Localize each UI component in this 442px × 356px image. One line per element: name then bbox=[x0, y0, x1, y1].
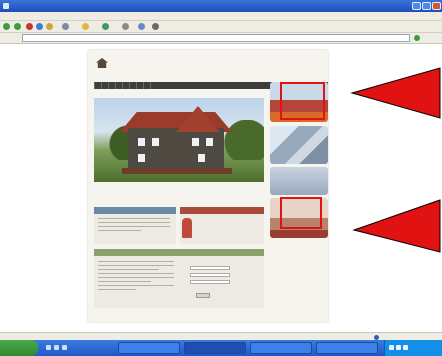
panel-right bbox=[180, 214, 264, 244]
annotation-arrow-1 bbox=[350, 67, 441, 119]
house-window bbox=[206, 138, 213, 146]
panel-right-header bbox=[180, 207, 264, 214]
tray-icon[interactable] bbox=[403, 345, 408, 350]
nav-item-2[interactable] bbox=[95, 82, 102, 89]
form-field-email[interactable] bbox=[190, 273, 230, 277]
system-tray bbox=[384, 340, 442, 356]
nav-item-7[interactable] bbox=[130, 82, 137, 89]
window-title-bar bbox=[0, 0, 442, 12]
nav-item-9[interactable] bbox=[144, 82, 151, 89]
favorites-icon[interactable] bbox=[82, 23, 89, 30]
panel-left-text bbox=[98, 218, 170, 234]
taskbar-item-4[interactable] bbox=[316, 342, 378, 354]
tray-icon[interactable] bbox=[389, 345, 394, 350]
internet-zone-icon bbox=[374, 334, 379, 340]
home-icon[interactable] bbox=[46, 23, 53, 30]
address-bar bbox=[0, 33, 442, 44]
thumbnail-3[interactable] bbox=[270, 167, 328, 195]
taskbar-item-2[interactable] bbox=[184, 342, 246, 354]
media-icon[interactable] bbox=[102, 23, 109, 30]
nav-item-6[interactable] bbox=[123, 82, 130, 89]
mail-icon[interactable] bbox=[138, 23, 145, 30]
quicklaunch-ie-icon[interactable] bbox=[46, 345, 51, 350]
go-button[interactable] bbox=[414, 34, 440, 42]
go-arrow-icon bbox=[414, 35, 420, 41]
forward-icon[interactable] bbox=[14, 23, 21, 30]
house-window bbox=[138, 138, 145, 146]
house-window bbox=[192, 138, 199, 146]
form-field-phone[interactable] bbox=[190, 280, 230, 284]
refresh-icon[interactable] bbox=[36, 23, 43, 30]
minimize-button[interactable] bbox=[412, 2, 421, 10]
tray-icon[interactable] bbox=[396, 345, 401, 350]
person-figure-icon bbox=[182, 218, 192, 238]
quicklaunch-media-icon[interactable] bbox=[62, 345, 67, 350]
stop-icon[interactable] bbox=[26, 23, 33, 30]
hero-house-photo bbox=[94, 98, 264, 182]
form-send-button[interactable] bbox=[196, 293, 210, 298]
taskbar-item-3[interactable] bbox=[250, 342, 312, 354]
taskbar-item-1[interactable] bbox=[118, 342, 180, 354]
start-button[interactable] bbox=[0, 340, 38, 356]
thumbnail-2[interactable] bbox=[270, 126, 328, 164]
toolbar bbox=[0, 21, 442, 33]
house-deck bbox=[122, 168, 232, 174]
nav-item-5[interactable] bbox=[116, 82, 123, 89]
house-body bbox=[128, 128, 224, 172]
nav-item-3[interactable] bbox=[102, 82, 109, 89]
nav-item-8[interactable] bbox=[137, 82, 144, 89]
taskbar bbox=[0, 340, 442, 356]
maximize-button[interactable] bbox=[422, 2, 431, 10]
address-input[interactable] bbox=[22, 34, 410, 42]
house-window bbox=[152, 138, 159, 146]
form-field-name[interactable] bbox=[190, 266, 230, 270]
search-icon[interactable] bbox=[62, 23, 69, 30]
history-icon[interactable] bbox=[122, 23, 129, 30]
house-window bbox=[138, 154, 145, 162]
highlight-box-1 bbox=[280, 82, 325, 120]
info-panel bbox=[94, 256, 264, 308]
panel-left-header bbox=[94, 207, 176, 214]
back-icon[interactable] bbox=[3, 23, 10, 30]
nav-item-4[interactable] bbox=[109, 82, 116, 89]
nav-item-1[interactable] bbox=[88, 82, 95, 89]
ie-icon bbox=[3, 3, 9, 9]
menu-bar bbox=[0, 12, 442, 21]
info-header bbox=[94, 249, 264, 256]
annotation-arrow-2 bbox=[352, 199, 441, 253]
info-text bbox=[98, 261, 174, 293]
close-button[interactable] bbox=[432, 2, 441, 10]
highlight-box-2 bbox=[280, 197, 322, 229]
quicklaunch-desktop-icon[interactable] bbox=[54, 345, 59, 350]
print-icon[interactable] bbox=[152, 23, 159, 30]
house-window bbox=[198, 154, 205, 162]
panel-left bbox=[94, 214, 176, 244]
